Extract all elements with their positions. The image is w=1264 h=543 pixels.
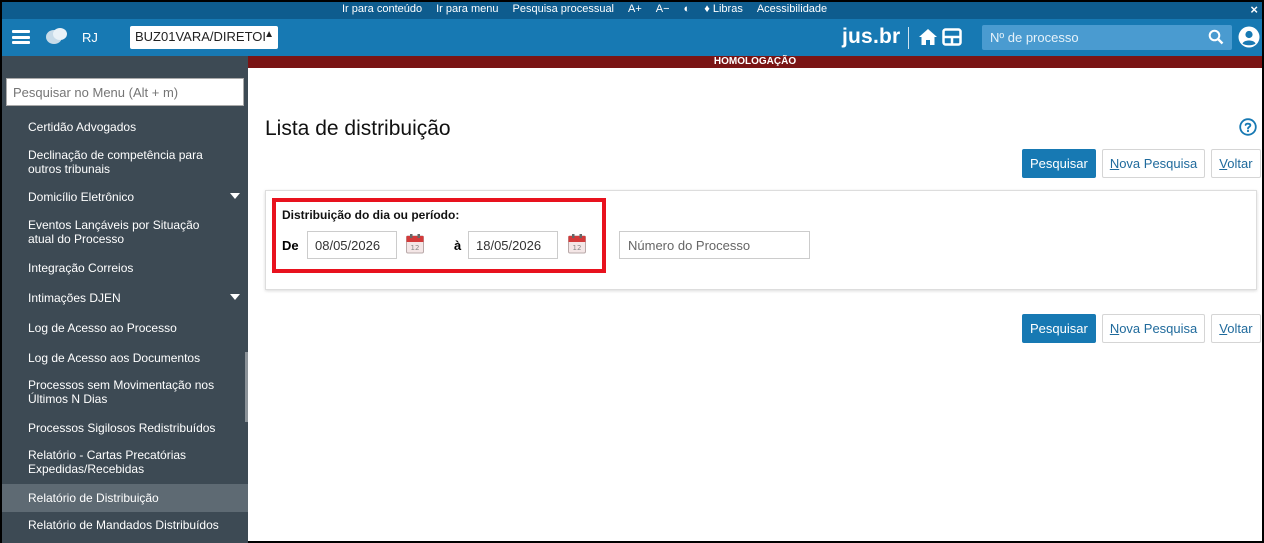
sidebar-menu: Certidão Advogados Declinação de competê… bbox=[2, 56, 248, 543]
org-unit-select[interactable]: BUZ01VARA/DIRETOI ▲︎ bbox=[130, 26, 278, 49]
process-search-link[interactable]: Pesquisa processual bbox=[513, 3, 615, 15]
accessibility-link[interactable]: Acessibilidade bbox=[757, 3, 827, 15]
back-button[interactable]: Voltar bbox=[1211, 149, 1261, 178]
header-divider bbox=[908, 27, 909, 49]
new-search-button[interactable]: Nova Pesquisa bbox=[1101, 149, 1206, 178]
sidebar-item-log-acesso-processo[interactable]: Log de Acesso ao Processo bbox=[2, 321, 248, 335]
sidebar-item-label: Eventos Lançáveis por Situação atual do … bbox=[28, 218, 200, 246]
chevron-down-icon bbox=[230, 193, 240, 199]
sidebar-item-label: Relatório - Cartas Precatórias Expedidas… bbox=[28, 448, 187, 476]
svg-text:12: 12 bbox=[573, 244, 582, 252]
close-icon[interactable]: × bbox=[1250, 2, 1258, 17]
sidebar-item-relatorio-mandados[interactable]: Relatório de Mandados Distribuídos bbox=[2, 518, 248, 532]
date-from-input[interactable] bbox=[307, 231, 397, 259]
sidebar-item-label: Relatório de Distribuição bbox=[28, 491, 159, 505]
sidebar-item-declinacao[interactable]: Declinação de competência para outros tr… bbox=[2, 148, 248, 176]
process-number-input[interactable] bbox=[982, 25, 1182, 50]
menu-search-input[interactable] bbox=[6, 78, 244, 106]
sidebar-item-label: Relatório de Mandados Distribuídos bbox=[28, 518, 219, 532]
process-number-field[interactable] bbox=[619, 231, 810, 259]
period-label: Distribuição do dia ou período: bbox=[282, 208, 460, 222]
contrast-icon[interactable]: ◐ bbox=[684, 3, 691, 15]
sidebar-item-eventos-lancaveis[interactable]: Eventos Lançáveis por Situação atual do … bbox=[2, 218, 248, 246]
top-actions: Pesquisar Nova Pesquisa Voltar bbox=[1022, 149, 1261, 178]
sidebar-item-log-acesso-documentos[interactable]: Log de Acesso aos Documentos bbox=[2, 351, 248, 365]
user-account-icon[interactable] bbox=[1238, 26, 1260, 48]
sidebar-item-label: Integração Correios bbox=[28, 261, 134, 275]
sidebar-item-label: Declinação de competência para outros tr… bbox=[28, 148, 203, 176]
eproc-logo bbox=[46, 28, 68, 46]
button-label: ova Pesquisa bbox=[1119, 156, 1198, 171]
sidebar-item-label: Processos Sigilosos Redistribuídos bbox=[28, 421, 216, 435]
sidebar-item-label: Certidão Advogados bbox=[28, 120, 137, 134]
button-label: oltar bbox=[1227, 156, 1253, 171]
environment-banner: HOMOLOGAÇÃO bbox=[248, 56, 1262, 68]
panel-icon[interactable] bbox=[942, 28, 962, 46]
bottom-actions: Pesquisar Nova Pesquisa Voltar bbox=[1022, 314, 1261, 343]
page-title: Lista de distribuição bbox=[265, 117, 451, 140]
uf-label: RJ bbox=[82, 30, 98, 45]
button-label: oltar bbox=[1227, 321, 1253, 336]
accesskey-letter: N bbox=[1109, 156, 1120, 171]
sidebar-item-integracao-correios[interactable]: Integração Correios bbox=[2, 261, 248, 275]
sidebar-item-processos-sem-movimentacao[interactable]: Processos sem Movimentação nos Últimos N… bbox=[2, 378, 248, 406]
top-header: RJ BUZ01VARA/DIRETOI ▲︎ jus.br bbox=[2, 19, 1262, 56]
org-unit-value: BUZ01VARA/DIRETOI bbox=[135, 29, 266, 44]
sidebar-item-label: Intimações DJEN bbox=[28, 291, 121, 305]
sidebar-item-label: Log de Acesso ao Processo bbox=[28, 321, 177, 335]
chevron-down-icon bbox=[230, 294, 240, 300]
sidebar-item-processos-sigilosos[interactable]: Processos Sigilosos Redistribuídos bbox=[2, 421, 248, 435]
sidebar-item-label: Domicílio Eletrônico bbox=[28, 190, 135, 204]
calendar-icon[interactable]: 12 bbox=[405, 233, 425, 255]
sidebar-item-label: Processos sem Movimentação nos Últimos N… bbox=[28, 378, 215, 406]
sidebar-item-certidao-advogados[interactable]: Certidão Advogados bbox=[2, 120, 248, 134]
from-label: De bbox=[282, 238, 299, 253]
new-search-button[interactable]: Nova Pesquisa bbox=[1101, 314, 1206, 343]
sidebar-scrollbar[interactable] bbox=[245, 352, 248, 422]
libras-link[interactable]: ♦ Libras bbox=[704, 3, 743, 15]
font-decrease-link[interactable]: A− bbox=[656, 3, 670, 15]
select-arrows-icon: ▲︎ bbox=[264, 29, 274, 40]
process-number-search bbox=[982, 25, 1232, 50]
hamburger-menu-icon[interactable] bbox=[12, 30, 30, 44]
accessibility-bar: Ir para conteúdo Ir para menu Pesquisa p… bbox=[2, 2, 1262, 19]
svg-text:12: 12 bbox=[411, 244, 420, 252]
font-increase-link[interactable]: A+ bbox=[628, 3, 642, 15]
to-label: à bbox=[454, 238, 462, 253]
skip-to-content-link[interactable]: Ir para conteúdo bbox=[342, 3, 422, 15]
sidebar-item-intimacoes-djen[interactable]: Intimações DJEN bbox=[2, 291, 248, 305]
search-icon[interactable] bbox=[1208, 29, 1224, 45]
home-icon[interactable] bbox=[918, 28, 938, 46]
sidebar-item-relatorio-distribuicao[interactable]: Relatório de Distribuição bbox=[2, 484, 248, 512]
date-to-input[interactable] bbox=[468, 231, 558, 259]
calendar-icon[interactable]: 12 bbox=[567, 233, 587, 255]
skip-to-menu-link[interactable]: Ir para menu bbox=[436, 3, 498, 15]
brand-logo[interactable]: jus.br bbox=[842, 25, 900, 49]
sidebar-item-cartas-precatorias[interactable]: Relatório - Cartas Precatórias Expedidas… bbox=[2, 448, 248, 476]
search-button[interactable]: Pesquisar bbox=[1022, 149, 1096, 178]
button-label: ova Pesquisa bbox=[1119, 321, 1198, 336]
sidebar-item-label: Log de Acesso aos Documentos bbox=[28, 351, 201, 365]
sidebar-item-domicilio-eletronico[interactable]: Domicílio Eletrônico bbox=[2, 190, 248, 204]
help-icon[interactable] bbox=[1239, 118, 1257, 136]
back-button[interactable]: Voltar bbox=[1211, 314, 1261, 343]
search-button[interactable]: Pesquisar bbox=[1022, 314, 1096, 343]
accesskey-letter: N bbox=[1109, 321, 1120, 336]
